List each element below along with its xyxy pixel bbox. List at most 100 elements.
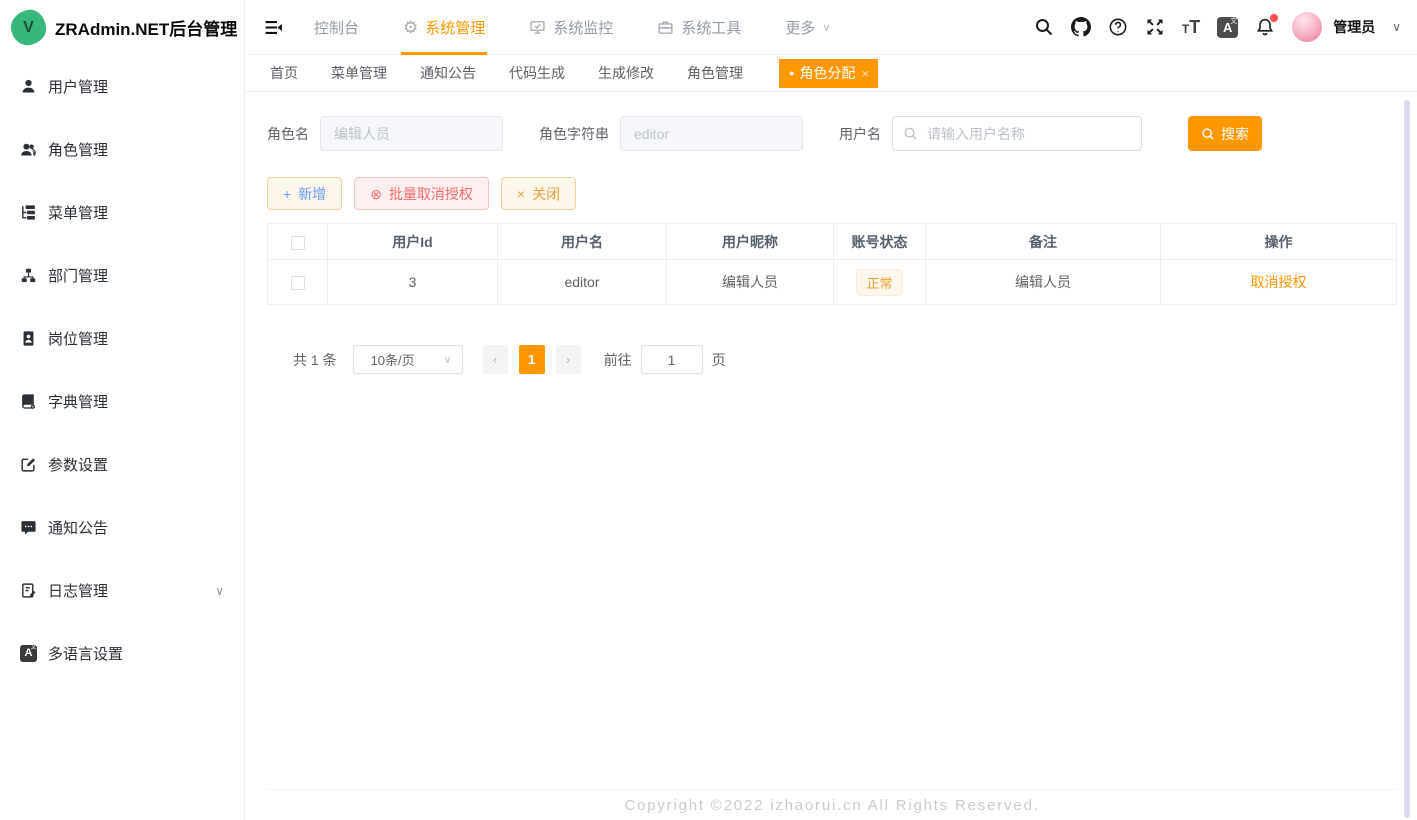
sidebar-item-label: 岗位管理 (48, 328, 108, 349)
sidebar: V ZRAdmin.NET后台管理 用户管理 角色管理 菜单管理 部门管理 岗位… (0, 0, 245, 820)
help-button[interactable] (1108, 17, 1128, 37)
sidebar-item-menus[interactable]: 菜单管理 (0, 181, 244, 244)
batch-cancel-auth-button[interactable]: ⊗ 批量取消授权 (354, 177, 489, 210)
prev-page-button[interactable]: ‹ (483, 345, 508, 374)
close-button-label: 关闭 (532, 184, 560, 204)
tab-role-assign[interactable]: ● 角色分配 × (779, 59, 878, 88)
log-icon (20, 582, 37, 599)
github-button[interactable] (1071, 17, 1091, 37)
font-size-large-letter: T (1189, 17, 1200, 38)
font-size-button[interactable]: TT (1182, 17, 1200, 38)
username-label[interactable]: 管理员 (1333, 17, 1375, 37)
batch-cancel-label: 批量取消授权 (389, 184, 473, 204)
toolbox-icon (657, 19, 674, 36)
chevron-down-icon[interactable]: ∨ (1392, 20, 1401, 34)
tab-role-mgmt[interactable]: 角色管理 (687, 63, 743, 83)
goto-page-input[interactable] (641, 345, 703, 374)
role-key-input[interactable] (620, 116, 803, 151)
close-button[interactable]: × 关闭 (501, 177, 576, 210)
gear-icon: ⚙ (403, 19, 418, 36)
table-toolbar: + 新增 ⊗ 批量取消授权 × 关闭 (267, 177, 1397, 210)
search-icon (1034, 17, 1054, 37)
sidebar-item-roles[interactable]: 角色管理 (0, 118, 244, 181)
tab-home[interactable]: 首页 (270, 63, 298, 83)
notification-badge (1270, 14, 1278, 22)
col-remark: 备注 (926, 224, 1161, 260)
role-key-label: 角色字符串 (539, 124, 609, 144)
sidebar-collapse-button[interactable] (263, 17, 284, 38)
chevron-down-icon: ∨ (444, 353, 452, 366)
next-page-button[interactable]: › (556, 345, 581, 374)
topnav-item-dashboard[interactable]: 控制台 (314, 0, 359, 55)
app-title: ZRAdmin.NET后台管理 (55, 15, 237, 40)
sidebar-item-dictionary[interactable]: 字典管理 (0, 370, 244, 433)
search-button[interactable] (1034, 17, 1054, 37)
tab-menu-mgmt[interactable]: 菜单管理 (331, 63, 387, 83)
language-switch-button[interactable]: A文 (1217, 17, 1238, 38)
topnav-label: 控制台 (314, 17, 359, 38)
table-header-row: 用户Id 用户名 用户昵称 账号状态 备注 操作 (268, 224, 1397, 260)
topnav-label: 系统工具 (681, 17, 741, 38)
fullscreen-button[interactable] (1145, 17, 1165, 37)
sidebar-menu: 用户管理 角色管理 菜单管理 部门管理 岗位管理 字典管理 参数设置 通知公告 (0, 55, 244, 685)
total-count: 共 1 条 (293, 350, 337, 370)
topnav-item-tools[interactable]: 系统工具 (657, 0, 741, 55)
notifications-button[interactable] (1255, 17, 1275, 37)
roles-icon (20, 141, 37, 158)
message-icon (20, 519, 37, 536)
tab-code-gen[interactable]: 代码生成 (509, 63, 565, 83)
sidebar-item-users[interactable]: 用户管理 (0, 55, 244, 118)
cancel-auth-link[interactable]: 取消授权 (1251, 274, 1307, 290)
cell-status: 正常 (834, 260, 926, 305)
table-row: 3 editor 编辑人员 正常 编辑人员 取消授权 (268, 260, 1397, 305)
cancel-circle-icon: ⊗ (370, 187, 382, 201)
sidebar-item-posts[interactable]: 岗位管理 (0, 307, 244, 370)
top-navbar: 控制台 ⚙ 系统管理 系统监控 系统工具 更多 ∨ (245, 0, 1417, 55)
pagination: 共 1 条 10条/页 ∨ ‹ 1 › 前往 页 (267, 345, 1397, 374)
role-name-input[interactable] (320, 116, 503, 151)
monitor-icon (529, 19, 546, 36)
page-size-select[interactable]: 10条/页 ∨ (353, 345, 463, 374)
search-button[interactable]: 搜索 (1188, 116, 1262, 151)
app-logo[interactable]: V ZRAdmin.NET后台管理 (0, 0, 244, 55)
select-all-checkbox[interactable] (291, 236, 305, 250)
sidebar-item-departments[interactable]: 部门管理 (0, 244, 244, 307)
sidebar-item-parameters[interactable]: 参数设置 (0, 433, 244, 496)
topnav-item-more[interactable]: 更多 ∨ (785, 0, 830, 55)
add-button[interactable]: + 新增 (267, 177, 342, 210)
status-badge: 正常 (856, 269, 902, 296)
search-icon (1201, 127, 1215, 141)
close-icon[interactable]: × (861, 66, 869, 81)
sidebar-item-i18n[interactable]: A文 多语言设置 (0, 622, 244, 685)
tab-notices[interactable]: 通知公告 (420, 63, 476, 83)
topnav-item-monitor[interactable]: 系统监控 (529, 0, 613, 55)
tab-gen-edit[interactable]: 生成修改 (598, 63, 654, 83)
active-dot-icon: ● (789, 69, 794, 78)
edit-icon (20, 456, 37, 473)
sidebar-item-logs[interactable]: 日志管理 ∨ (0, 559, 244, 622)
topnav-label: 更多 (785, 17, 815, 38)
footer: Copyright ©2022 izhaorui.cn All Rights R… (267, 789, 1397, 820)
cell-user-name: editor (498, 260, 667, 305)
page-1-button[interactable]: 1 (519, 345, 545, 374)
github-icon (1071, 17, 1091, 37)
topnav-item-system[interactable]: ⚙ 系统管理 (403, 0, 485, 55)
sidebar-item-notices[interactable]: 通知公告 (0, 496, 244, 559)
scrollbar[interactable] (1404, 100, 1410, 818)
user-name-input[interactable] (892, 116, 1142, 151)
page-unit-label: 页 (712, 350, 726, 370)
col-user-id: 用户Id (328, 224, 498, 260)
col-status: 账号状态 (834, 224, 926, 260)
navbar-tools: TT A文 管理员 ∨ (1034, 12, 1403, 42)
avatar[interactable] (1292, 12, 1322, 42)
row-checkbox[interactable] (291, 276, 305, 290)
copyright-text: Copyright ©2022 izhaorui.cn All Rights R… (624, 797, 1039, 814)
search-icon (903, 126, 918, 141)
filter-form: 角色名 角色字符串 用户名 搜索 (267, 116, 1397, 151)
search-button-label: 搜索 (1221, 124, 1249, 144)
user-name-label: 用户名 (839, 124, 881, 144)
chevron-down-icon: ∨ (822, 21, 830, 34)
plus-icon: + (283, 187, 291, 201)
font-size-small-letter: T (1182, 22, 1189, 36)
main-area: 控制台 ⚙ 系统管理 系统监控 系统工具 更多 ∨ (245, 0, 1417, 820)
